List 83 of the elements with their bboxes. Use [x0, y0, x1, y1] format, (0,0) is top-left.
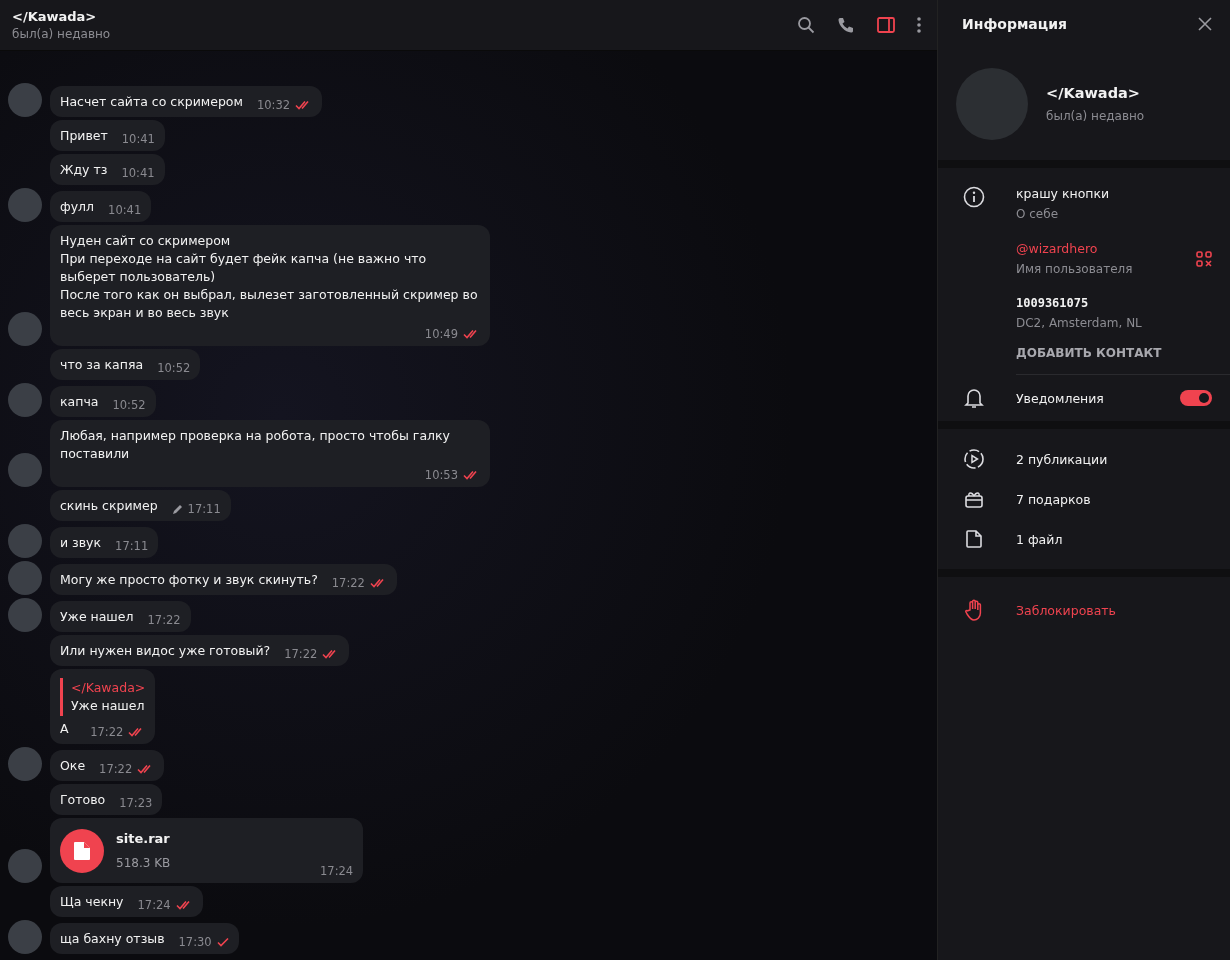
- message-time: 10:32: [256, 97, 291, 114]
- media-item[interactable]: 1 файл: [1016, 531, 1063, 547]
- message-text: Уже нашел: [60, 608, 134, 626]
- message-text: Готово: [60, 791, 106, 809]
- message-time: 10:41: [121, 131, 155, 148]
- message-text: Могу же просто фотку и звук скинуть?: [60, 571, 318, 589]
- message-text: что за капяа: [60, 356, 144, 374]
- avatar[interactable]: [8, 383, 42, 417]
- phone-icon[interactable]: [837, 16, 855, 34]
- file-icon[interactable]: [60, 829, 104, 873]
- message-time: 17:23: [119, 795, 153, 812]
- avatar[interactable]: [8, 312, 42, 346]
- message-time: 10:52: [157, 360, 191, 377]
- username[interactable]: @wizardhero: [1016, 241, 1166, 256]
- message-time: 17:22: [284, 646, 318, 663]
- message-text: скинь скример: [60, 497, 158, 515]
- sidebar-toggle-icon[interactable]: [877, 17, 895, 33]
- avatar[interactable]: [8, 453, 42, 487]
- close-icon[interactable]: [1198, 17, 1212, 31]
- avatar[interactable]: [8, 598, 42, 632]
- panel-title: Информация: [962, 16, 1067, 32]
- message-text: ща бахну отзыв: [60, 930, 165, 948]
- search-icon[interactable]: [797, 16, 815, 34]
- more-icon[interactable]: [917, 17, 921, 33]
- message-text: Нуден сайт со скримером При переходе на сайт будет фейк капча (не важно что выберет пользователь) После того как он выбрал, вылезет заготовленный скример во весь экран и во весь звук: [60, 232, 479, 322]
- message-text: Или нужен видос уже готовый?: [60, 642, 271, 660]
- message-time: 10:53: [424, 467, 458, 484]
- media-item[interactable]: 2 публикации: [1016, 451, 1108, 467]
- message-time: 10:52: [112, 397, 146, 414]
- message-text: и звук: [60, 534, 102, 552]
- file-icon: [963, 528, 985, 550]
- bell-icon: [964, 387, 984, 409]
- message-time: 17:22: [90, 724, 124, 741]
- reply-text: Уже нашел: [71, 697, 146, 715]
- message-text: Оке: [60, 757, 86, 775]
- notifications-toggle[interactable]: [1180, 390, 1212, 406]
- play-circle-icon: [963, 448, 985, 470]
- avatar[interactable]: [8, 747, 42, 781]
- message-text: Жду тз: [60, 161, 108, 179]
- message-text: капча: [60, 393, 99, 411]
- message-time: 17:22: [99, 761, 133, 778]
- message-text: Ща чекну: [60, 893, 124, 911]
- avatar[interactable]: [8, 188, 42, 222]
- message-text: фулл: [60, 198, 95, 216]
- message-time: 17:24: [137, 897, 171, 914]
- about-label: О себе: [1016, 207, 1060, 221]
- message-time: 10:49: [424, 326, 458, 343]
- block-button[interactable]: Заблокировать: [1016, 602, 1116, 618]
- avatar[interactable]: [8, 920, 42, 954]
- datacenter-label: DC2, Amsterdam, NL: [1016, 316, 1143, 330]
- avatar[interactable]: [8, 83, 42, 117]
- reply-author: </Kawada>: [71, 679, 146, 697]
- message-time: 17:22: [147, 612, 181, 629]
- profile-name: </Kawada>: [1046, 85, 1141, 101]
- message-text: А: [60, 720, 69, 738]
- info-icon: [963, 186, 985, 208]
- message-time: 17:24: [320, 863, 354, 880]
- avatar[interactable]: [8, 561, 42, 595]
- message-time: 10:41: [121, 165, 155, 182]
- file-size: 518.3 KB: [116, 855, 172, 872]
- add-contact-button[interactable]: ДОБАВИТЬ КОНТАКТ: [1016, 346, 1162, 360]
- message-text: Любая, например проверка на робота, просто чтобы галку поставили: [60, 427, 451, 463]
- reply-quote[interactable]: </Kawada> Уже нашел: [60, 678, 146, 716]
- user-id: 1009361075: [1016, 296, 1090, 310]
- profile-status: был(а) недавно: [1046, 109, 1145, 123]
- qr-code-icon[interactable]: [1196, 250, 1212, 267]
- about-text: крашу кнопки: [1016, 186, 1111, 201]
- message-time: 17:11: [115, 538, 149, 555]
- avatar[interactable]: [8, 524, 42, 558]
- file-name: site.rar: [116, 830, 171, 848]
- chat-title: </Kawada>: [12, 9, 98, 24]
- message-text: Привет: [60, 127, 108, 145]
- hand-icon: [965, 599, 983, 621]
- notifications-label: Уведомления: [1016, 390, 1104, 406]
- message-time: 17:22: [331, 575, 365, 592]
- message-text: Насчет сайта со скримером: [60, 93, 243, 111]
- media-item[interactable]: 7 подарков: [1016, 491, 1091, 507]
- message-time: 10:41: [108, 202, 142, 219]
- avatar[interactable]: [8, 849, 42, 883]
- username-label: Имя пользователя: [1016, 262, 1134, 276]
- message-time: 17:11: [187, 501, 221, 518]
- chat-status: был(а) недавно: [12, 27, 112, 41]
- message-time: 17:30: [178, 934, 212, 951]
